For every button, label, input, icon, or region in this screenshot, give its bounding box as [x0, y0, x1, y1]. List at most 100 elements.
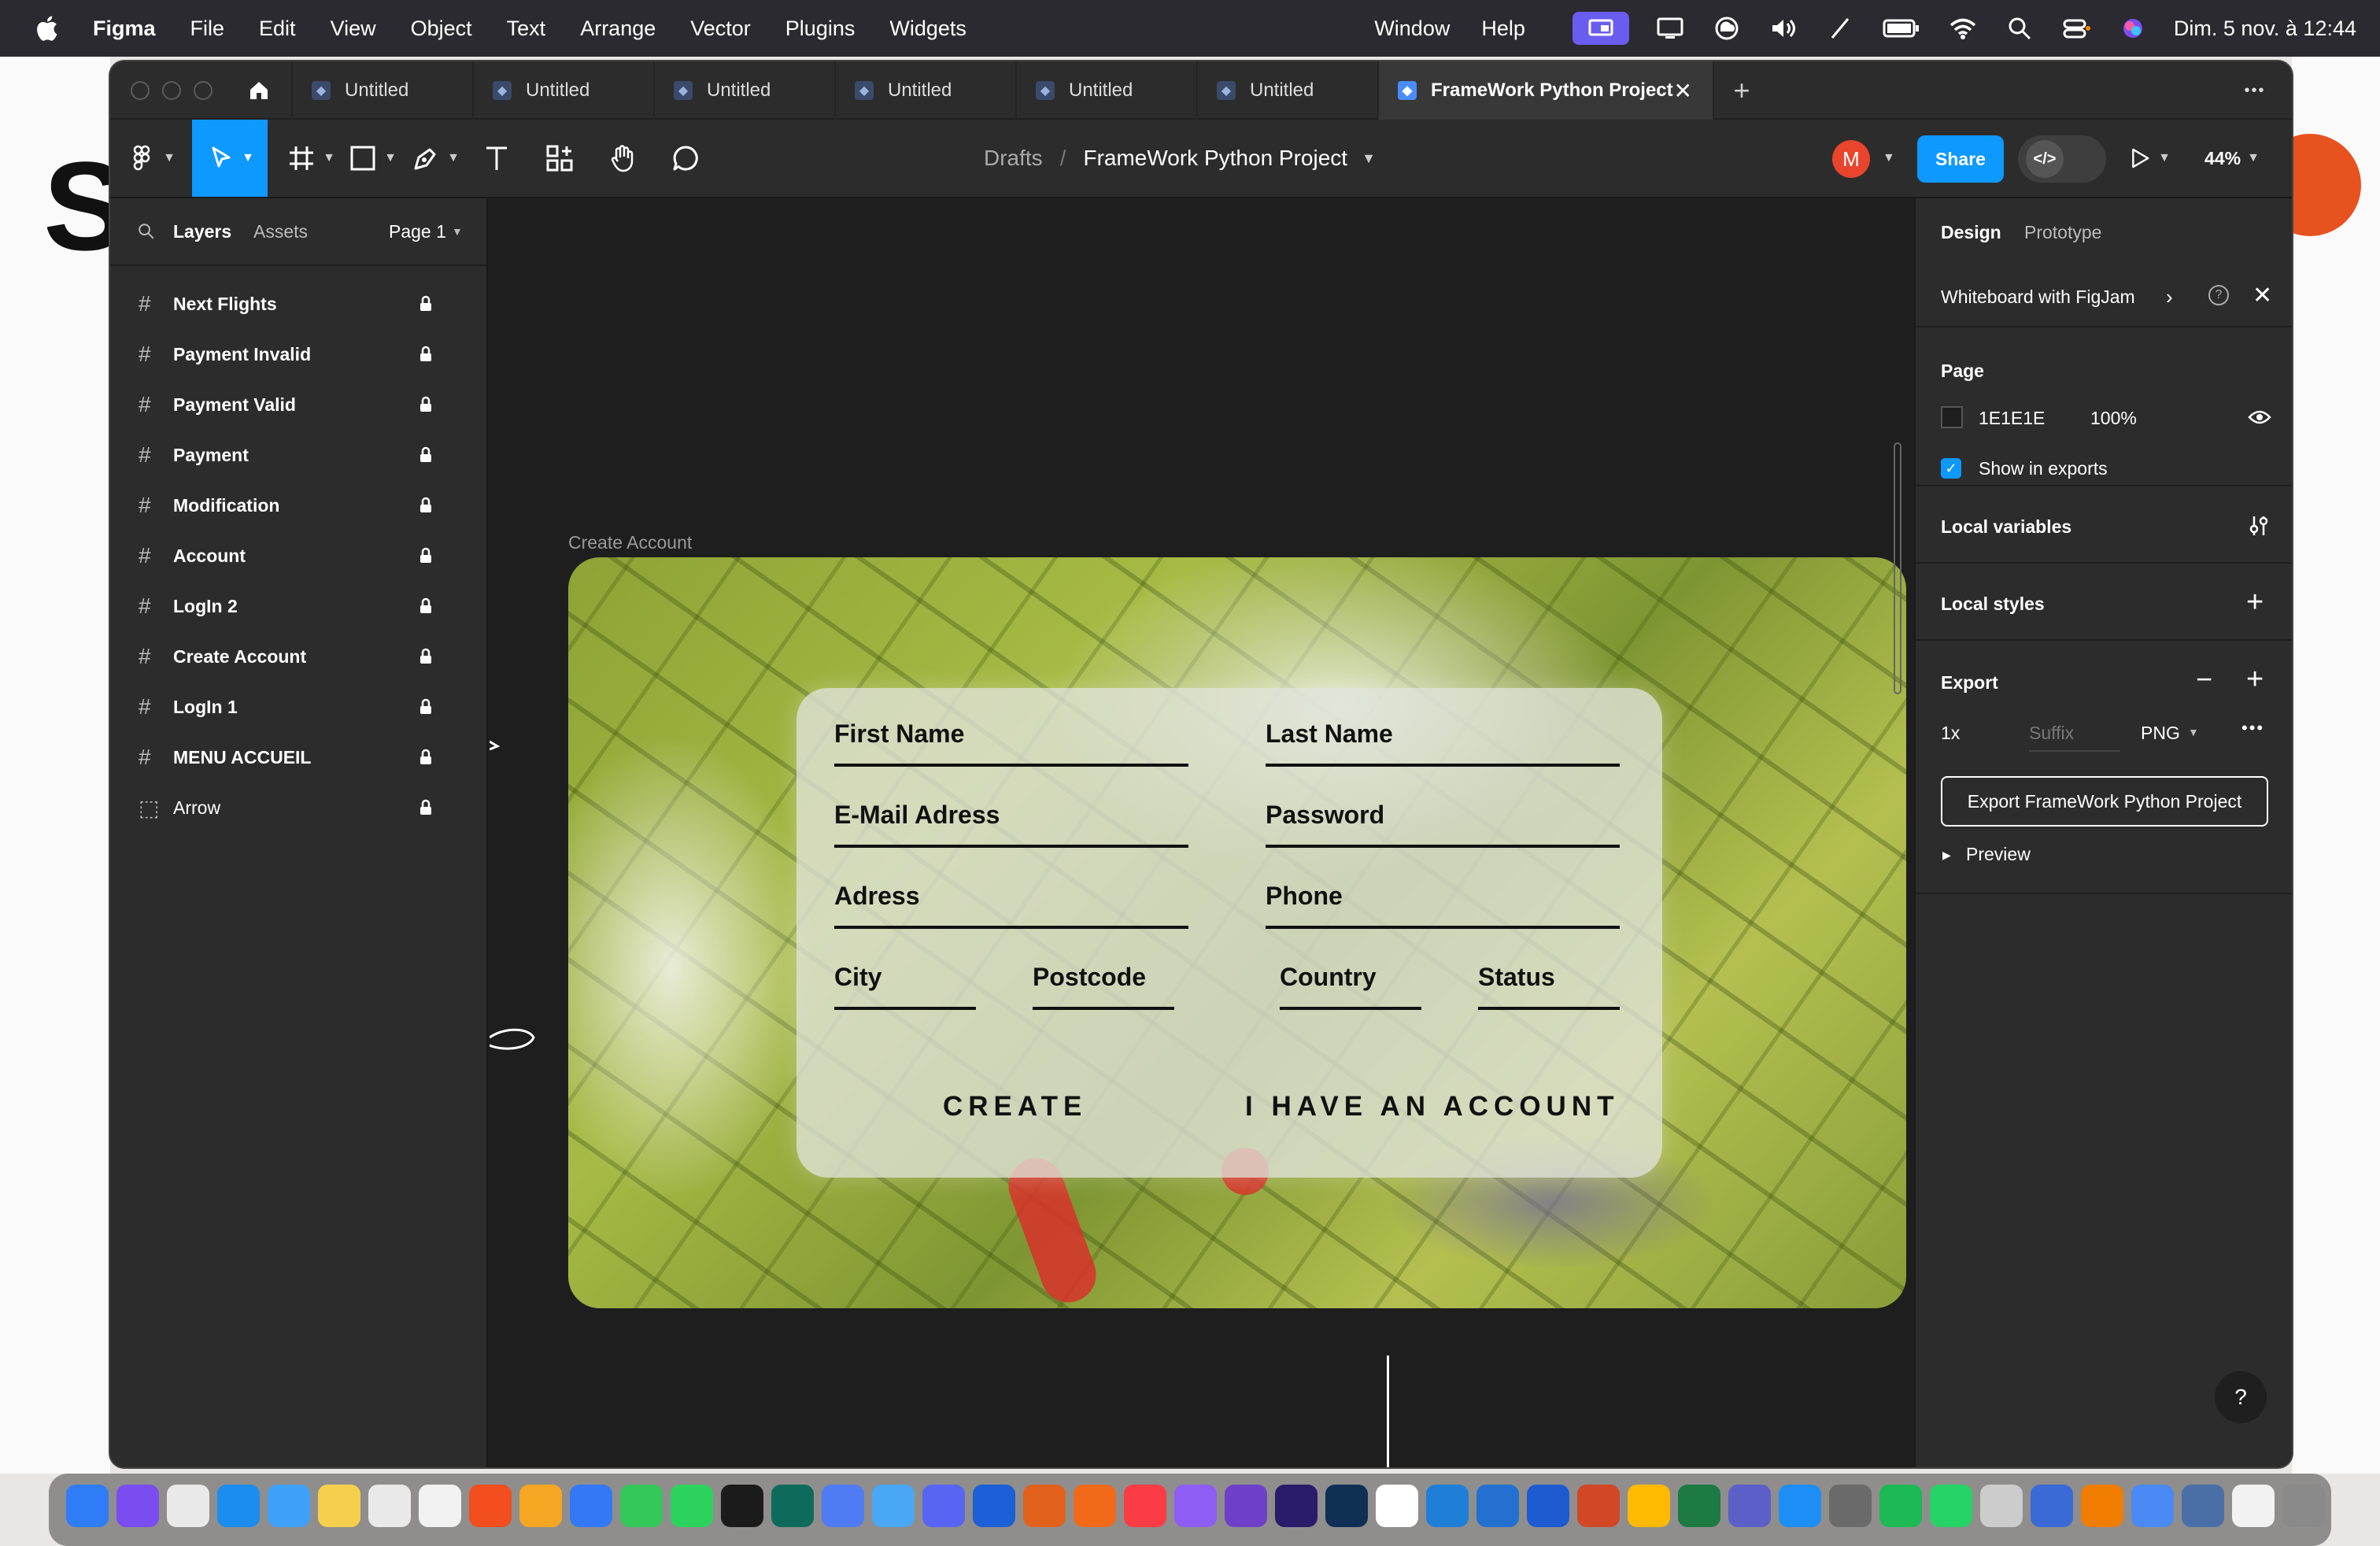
dock-app-icon[interactable] [1023, 1485, 1066, 1527]
share-button[interactable]: Share [1917, 135, 2004, 183]
status-field[interactable]: Status [1478, 963, 1620, 1010]
avatar[interactable]: M [1832, 140, 1870, 178]
tab-untitled-5[interactable]: ◆ Untitled [1017, 61, 1198, 120]
dock-app-icon[interactable] [1426, 1485, 1469, 1527]
text-tool[interactable] [468, 120, 526, 197]
lock-icon[interactable] [419, 295, 433, 313]
page-color-swatch[interactable] [1941, 406, 1963, 428]
menu-window[interactable]: Window [1374, 17, 1450, 41]
tab-assets[interactable]: Assets [253, 221, 308, 242]
tab-untitled-4[interactable]: ◆ Untitled [836, 61, 1017, 120]
create-button[interactable]: CREATE [943, 1091, 1087, 1123]
export-more-icon[interactable]: ••• [2241, 718, 2264, 738]
country-field[interactable]: Country [1280, 963, 1421, 1010]
layer-row[interactable]: # LogIn 1 [110, 682, 488, 732]
canvas[interactable]: Create Account First Name Last Name E-Ma… [490, 198, 1913, 1467]
close-tab-icon[interactable]: ✕ [1674, 78, 1692, 104]
dock-app-icon[interactable] [1678, 1485, 1720, 1527]
new-tab-button[interactable]: + [1714, 61, 1769, 120]
menu-object[interactable]: Object [411, 17, 472, 41]
comment-tool[interactable] [656, 120, 715, 197]
apple-logo-icon[interactable] [35, 15, 58, 42]
dock-app-icon[interactable] [469, 1485, 512, 1527]
tab-framework-python-project[interactable]: ◆ FrameWork Python Project ✕ [1379, 61, 1714, 120]
dock-app-icon[interactable] [721, 1485, 763, 1527]
tab-untitled-2[interactable]: ◆ Untitled [474, 61, 655, 120]
figjam-banner[interactable]: Whiteboard with FigJam › ? ✕ [1916, 268, 2292, 327]
dock-app-icon[interactable] [570, 1485, 612, 1527]
layer-row[interactable]: # Modification [110, 480, 488, 531]
app-menu-figma[interactable]: Figma [93, 17, 156, 41]
eye-icon[interactable] [2248, 408, 2271, 427]
menu-help[interactable]: Help [1481, 17, 1525, 41]
password-field[interactable]: Password [1266, 801, 1620, 848]
postcode-field[interactable]: Postcode [1033, 963, 1174, 1010]
layer-row[interactable]: # Account [110, 531, 488, 581]
dock-app-icon[interactable] [771, 1485, 814, 1527]
help-button[interactable]: ? [2215, 1371, 2267, 1423]
variables-settings-icon[interactable] [2246, 513, 2271, 538]
lock-icon[interactable] [419, 396, 433, 413]
wifi-icon[interactable] [1947, 14, 1979, 43]
menu-widgets[interactable]: Widgets [889, 17, 966, 41]
page-color-value[interactable]: 1E1E1E [1979, 408, 2045, 429]
have-account-button[interactable]: I HAVE AN ACCOUNT [1245, 1091, 1619, 1123]
dock-app-icon[interactable] [2031, 1485, 2073, 1527]
dock-app-icon[interactable] [167, 1485, 209, 1527]
menu-file[interactable]: File [190, 17, 225, 41]
email-field[interactable]: E-Mail Adress [834, 801, 1188, 848]
export-button[interactable]: Export FrameWork Python Project [1941, 776, 2268, 827]
dock-app-icon[interactable] [1225, 1485, 1267, 1527]
tab-design[interactable]: Design [1941, 222, 2001, 243]
window-minimize-button[interactable] [162, 81, 181, 100]
dock-app-icon[interactable] [116, 1485, 159, 1527]
breadcrumb-drafts[interactable]: Drafts [984, 146, 1043, 171]
frame-label[interactable]: Create Account [568, 532, 692, 553]
menu-bar-clock[interactable]: Dim. 5 nov. à 12:44 [2174, 17, 2356, 41]
dock-app-icon[interactable] [2131, 1485, 2174, 1527]
dock-app-icon[interactable] [1779, 1485, 1821, 1527]
zoom-selector[interactable]: 44% ▼ [2188, 120, 2276, 197]
close-icon[interactable]: ✕ [2252, 282, 2272, 309]
dock-app-icon[interactable] [1980, 1485, 2023, 1527]
screen-share-icon[interactable] [1572, 12, 1629, 45]
dock-app-icon[interactable] [1476, 1485, 1519, 1527]
layer-row[interactable]: # Payment Valid [110, 379, 488, 430]
export-format[interactable]: PNG [2141, 723, 2180, 744]
dock-app-icon[interactable] [519, 1485, 562, 1527]
show-in-exports-checkbox[interactable]: ✓ [1941, 458, 1961, 479]
dock-app-icon[interactable] [1628, 1485, 1670, 1527]
dock-app-icon[interactable] [973, 1485, 1015, 1527]
help-circle-icon[interactable]: ? [2208, 285, 2229, 305]
dock-app-icon[interactable] [922, 1485, 965, 1527]
siri-icon[interactable] [2117, 14, 2149, 43]
dock-app-icon[interactable] [419, 1485, 461, 1527]
window-close-button[interactable] [131, 81, 150, 100]
lock-icon[interactable] [419, 346, 433, 363]
address-field[interactable]: Adress [834, 882, 1188, 929]
menu-edit[interactable]: Edit [259, 17, 296, 41]
frame-tool[interactable]: ▼ [282, 120, 340, 197]
menu-view[interactable]: View [331, 17, 376, 41]
layer-row[interactable]: # Payment Invalid [110, 329, 488, 379]
pen-tool[interactable]: ▼ [406, 120, 464, 197]
layer-row[interactable]: # Create Account [110, 631, 488, 682]
page-opacity-value[interactable]: 100% [2090, 408, 2137, 429]
lock-icon[interactable] [419, 648, 433, 665]
dock-app-icon[interactable] [368, 1485, 411, 1527]
tab-untitled-3[interactable]: ◆ Untitled [655, 61, 836, 120]
dock-app-icon[interactable] [217, 1485, 260, 1527]
layer-row[interactable]: ⬚ Arrow [110, 782, 488, 833]
dock-app-icon[interactable] [1879, 1485, 1922, 1527]
home-tab[interactable] [227, 61, 293, 120]
chevron-right-icon[interactable]: › [2166, 285, 2173, 309]
lock-icon[interactable] [419, 446, 433, 464]
window-zoom-button[interactable] [194, 81, 213, 100]
dock-app-icon[interactable] [66, 1485, 109, 1527]
dock-app-icon[interactable] [671, 1485, 713, 1527]
tab-untitled-1[interactable]: ◆ Untitled [293, 61, 474, 120]
last-name-field[interactable]: Last Name [1266, 719, 1620, 767]
page-selector[interactable]: Page 1 [389, 221, 446, 242]
dock-app-icon[interactable] [2232, 1485, 2275, 1527]
dock-app-icon[interactable] [872, 1485, 915, 1527]
